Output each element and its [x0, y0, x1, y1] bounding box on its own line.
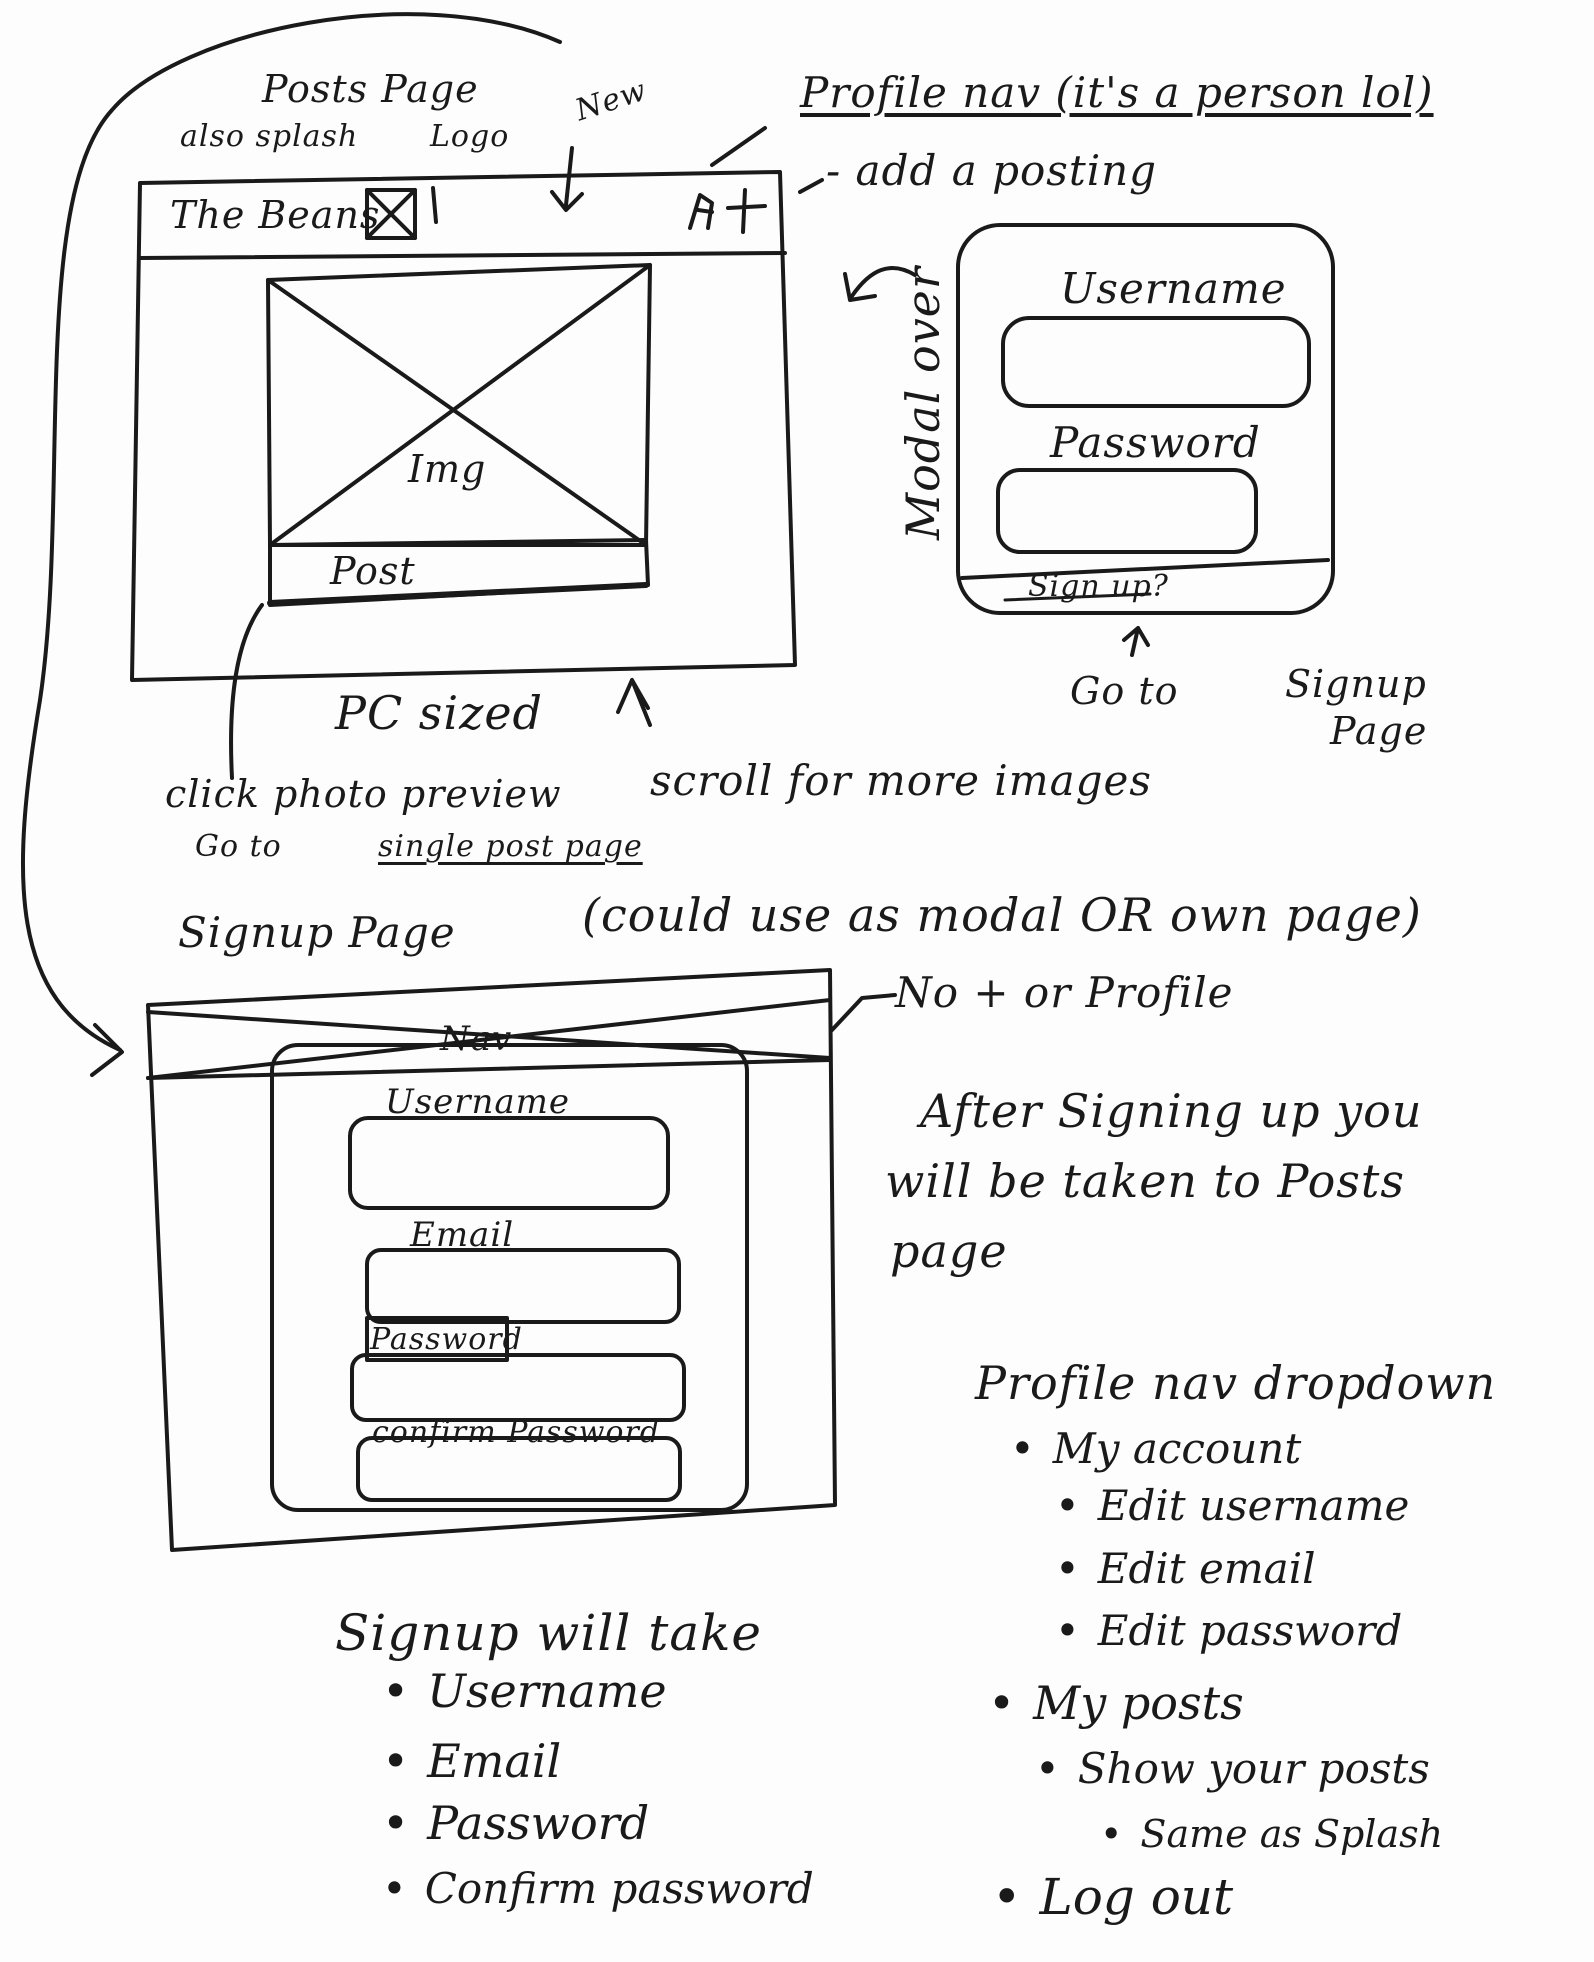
scroll-arrow — [616, 678, 652, 727]
signup-nav-divider — [146, 1058, 832, 1080]
signup-password-label: Password — [370, 1322, 523, 1357]
after-signup-line-2: will be taken to Posts — [885, 1154, 1405, 1208]
dropdown-show-posts: Show your posts — [1035, 1748, 1430, 1790]
no-plus-arrow — [830, 993, 897, 1032]
single-post-link[interactable]: single post page — [378, 832, 643, 862]
modal-username-label: Username — [1060, 264, 1287, 313]
no-plus-note: No + or Profile — [895, 968, 1234, 1017]
profile-nav-note: Profile nav (it's a person lol) — [800, 68, 1434, 117]
image-cross — [266, 263, 652, 547]
image-label: Img — [408, 447, 487, 491]
pc-sized-note: PC sized — [335, 686, 543, 740]
posts-page-frame — [130, 170, 797, 682]
after-signup-line-3: page — [890, 1224, 1008, 1278]
logo-note: Logo — [430, 119, 510, 154]
click-photo-note: click photo preview — [165, 772, 562, 816]
sketch-ink — [20, 12, 1335, 1552]
signup-link-arrow — [1122, 626, 1150, 657]
modal-password-label: Password — [1050, 418, 1261, 467]
goto-signup-note: Go to — [1070, 669, 1179, 713]
signup-takes-heading: Signup will take — [335, 1604, 763, 1662]
post-label: Post — [330, 549, 416, 593]
goto-signup-page: Page — [1330, 709, 1428, 753]
modal-or-page-note: (could use as modal OR own page) — [582, 888, 1422, 942]
dropdown-edit-email: Edit email — [1055, 1548, 1316, 1590]
signup-username-field — [348, 1116, 670, 1210]
dropdown-log-out: Log out — [992, 1872, 1234, 1922]
logo-arrow — [431, 186, 438, 224]
signup-nav-label: Nav — [440, 1019, 513, 1059]
dropdown-edit-username: Edit username — [1055, 1485, 1410, 1527]
signup-takes-item: Confirm password — [382, 1868, 814, 1910]
signup-username-label: Username — [385, 1082, 571, 1122]
splash-note: also splash — [180, 119, 359, 154]
signup-takes-item: Password — [382, 1800, 649, 1846]
dropdown-my-posts: My posts — [988, 1680, 1244, 1726]
signup-email-label: Email — [410, 1215, 515, 1255]
modal-over-label: Modal over — [896, 266, 950, 540]
scroll-note: scroll for more images — [650, 756, 1152, 805]
profile-nav-pointer — [710, 126, 767, 167]
dropdown-same-as-splash: Same as Splash — [1100, 1815, 1443, 1853]
plus-icon — [726, 188, 767, 234]
add-posting-pointer — [798, 178, 824, 194]
profile-dropdown-heading: Profile nav dropdown — [975, 1356, 1497, 1410]
add-posting-note: - add a posting — [826, 146, 1158, 195]
signup-page-title: Signup Page — [178, 908, 456, 957]
signup-password-field — [350, 1353, 686, 1422]
brand-name: The Beans — [170, 193, 381, 237]
modal-username-field — [1001, 316, 1311, 408]
modal-signup-link[interactable]: Sign up? — [1028, 572, 1169, 602]
dropdown-edit-password: Edit password — [1055, 1610, 1402, 1652]
goto-signup-target: Signup — [1285, 662, 1427, 706]
posts-page-title: Posts Page — [262, 67, 479, 111]
posts-page-wireframe — [130, 170, 797, 682]
signup-confirm-label: confirm Password — [372, 1415, 661, 1450]
new-arrow — [550, 146, 584, 212]
posts-header-divider — [138, 251, 787, 260]
click-photo-goto: Go to — [195, 829, 282, 864]
signup-takes-item: Username — [382, 1668, 666, 1714]
click-photo-arrow — [229, 603, 264, 780]
signup-email-field — [365, 1248, 681, 1324]
after-signup-line-1: After Signing up you — [920, 1084, 1423, 1138]
dropdown-my-account: My account — [1010, 1428, 1301, 1470]
sketch-canvas: Posts Page also splash Logo New Profile … — [0, 0, 1594, 1962]
signup-takes-item: Email — [382, 1738, 561, 1784]
posts-to-signup-arrowhead — [90, 1023, 124, 1077]
post-bar-thick — [267, 582, 649, 606]
modal-password-field — [996, 468, 1258, 554]
posts-to-signup-arrow — [20, 12, 562, 1052]
person-icon — [688, 193, 714, 230]
